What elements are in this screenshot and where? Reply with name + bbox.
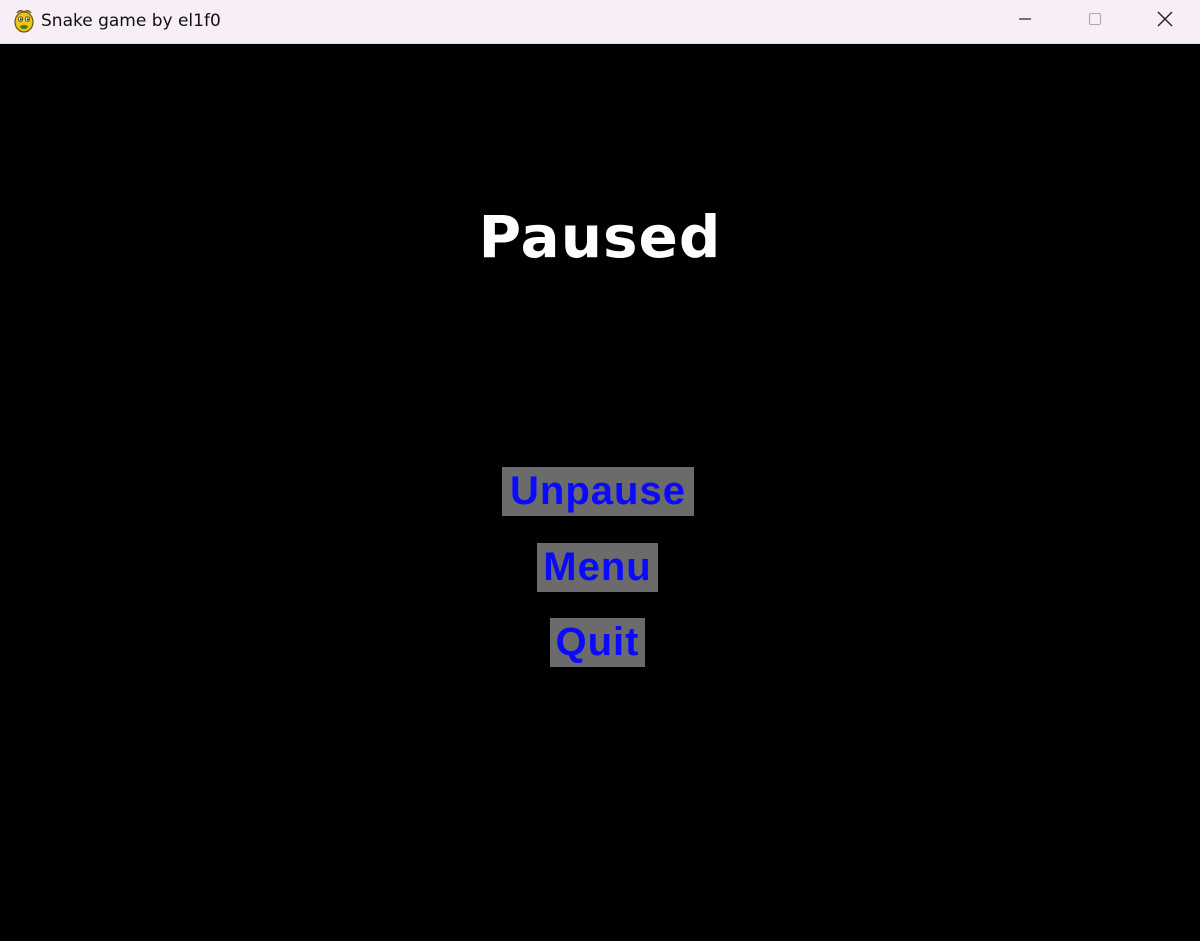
game-window: Snake game by el1f0 Paused Unpause Menu … xyxy=(0,0,1200,941)
minimize-icon xyxy=(1017,11,1033,32)
game-canvas[interactable]: Paused Unpause Menu Quit xyxy=(2,44,1198,939)
window-title: Snake game by el1f0 xyxy=(41,11,221,31)
close-button[interactable] xyxy=(1130,0,1200,43)
paused-title: Paused xyxy=(478,203,722,271)
menu-button[interactable]: Menu xyxy=(537,543,658,592)
maximize-icon xyxy=(1087,11,1103,32)
quit-button[interactable]: Quit xyxy=(550,618,645,667)
pygame-snake-icon xyxy=(12,8,36,34)
close-icon xyxy=(1156,10,1174,33)
title-bar[interactable]: Snake game by el1f0 xyxy=(0,0,1200,44)
unpause-button[interactable]: Unpause xyxy=(502,467,694,516)
minimize-button[interactable] xyxy=(990,0,1060,43)
maximize-button[interactable] xyxy=(1060,0,1130,43)
